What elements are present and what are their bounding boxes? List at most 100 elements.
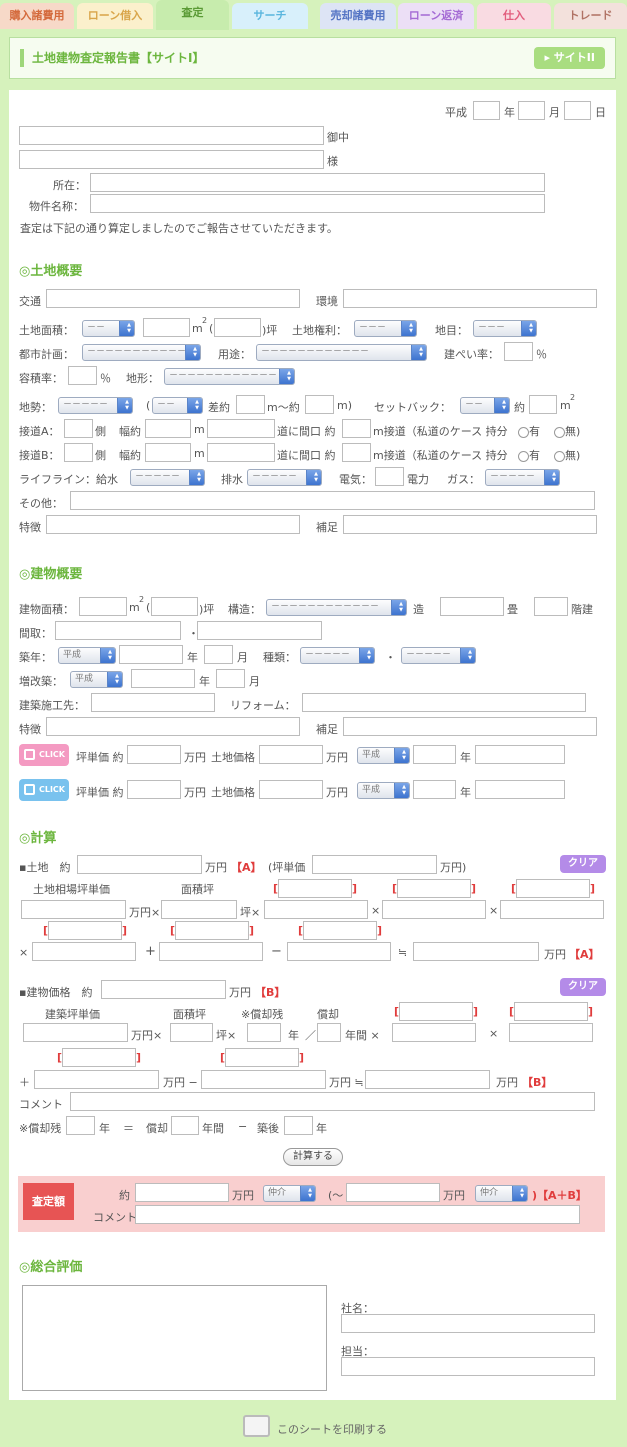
month-input[interactable]: [518, 101, 545, 120]
land-unit-price-input[interactable]: [312, 855, 437, 874]
overall-textarea[interactable]: [22, 1285, 327, 1391]
land-area-tsubo-input[interactable]: [214, 318, 261, 337]
bracket-input-9[interactable]: [57, 1048, 141, 1067]
building-result-input[interactable]: [365, 1070, 490, 1089]
tab-loan-repay[interactable]: ローン返済: [398, 3, 474, 29]
other-input[interactable]: [70, 491, 595, 510]
road-a-side-input[interactable]: [64, 419, 93, 438]
reform-input[interactable]: [302, 693, 586, 712]
calculate-button[interactable]: 計算する: [283, 1148, 343, 1166]
bracket-input-10[interactable]: [220, 1048, 304, 1067]
renovation-year-input[interactable]: [131, 669, 195, 688]
construction-price-input[interactable]: [23, 1023, 128, 1042]
transport-input[interactable]: [46, 289, 300, 308]
terrain-select[interactable]: －－－－－: [58, 397, 133, 414]
bracket-input-6[interactable]: [298, 921, 382, 940]
building-total-input[interactable]: [101, 980, 226, 999]
building-tsubo-input[interactable]: [170, 1023, 213, 1042]
factor-input-1[interactable]: [264, 900, 368, 919]
renovation-month-input[interactable]: [216, 669, 245, 688]
factor-input-8[interactable]: [509, 1023, 593, 1042]
bracket-input-7[interactable]: [394, 1002, 478, 1021]
price-era-select-2[interactable]: 平成: [357, 782, 410, 799]
road-b-side-input[interactable]: [64, 443, 93, 462]
factor-input-7[interactable]: [392, 1023, 476, 1042]
location-input[interactable]: [90, 173, 545, 192]
drain-select[interactable]: －－－－－: [247, 469, 322, 486]
renovation-era-select[interactable]: 平成: [70, 671, 123, 688]
building-area-m2-input[interactable]: [79, 597, 127, 616]
clear-building-button[interactable]: クリア: [560, 978, 606, 996]
site-ii-button[interactable]: ▸ サイトII: [534, 47, 605, 69]
tab-assessment[interactable]: 査定: [156, 0, 229, 30]
clear-land-button[interactable]: クリア: [560, 855, 606, 873]
building-feature-input[interactable]: [46, 717, 300, 736]
click-button-pink[interactable]: CLICK: [19, 744, 69, 766]
tab-sale-costs[interactable]: 売却諸費用: [320, 3, 396, 29]
type-select-1[interactable]: －－－－－: [300, 647, 375, 664]
calc-comment-input[interactable]: [70, 1092, 595, 1111]
price-extra-input-1[interactable]: [475, 745, 565, 764]
diff-to-input[interactable]: [305, 395, 334, 414]
price-extra-input-2[interactable]: [475, 780, 565, 799]
recipient-company-input[interactable]: [19, 126, 324, 145]
setback-input[interactable]: [529, 395, 557, 414]
land-price-input-1[interactable]: [259, 745, 323, 764]
factor-input-3[interactable]: [500, 900, 604, 919]
road-b-type-input[interactable]: [207, 443, 275, 462]
road-a-width-input[interactable]: [145, 419, 191, 438]
floors-input[interactable]: [440, 597, 504, 616]
residual-years-input-2[interactable]: [66, 1116, 95, 1135]
slope-select[interactable]: －－: [152, 397, 203, 414]
result-amount-input[interactable]: [135, 1183, 229, 1202]
price-year-input-1[interactable]: [413, 745, 456, 764]
bracket-input-4[interactable]: [43, 921, 127, 940]
property-name-input[interactable]: [90, 194, 545, 213]
result-comment-input[interactable]: [135, 1205, 580, 1224]
building-note-input[interactable]: [343, 717, 597, 736]
structure-select[interactable]: －－－－－－－－－－－－: [266, 599, 407, 616]
tab-purchase-costs[interactable]: 購入諸費用: [0, 3, 74, 29]
built-month-input[interactable]: [204, 645, 233, 664]
built-year-input[interactable]: [119, 645, 183, 664]
floor-ratio-input[interactable]: [68, 366, 97, 385]
layout-input-1[interactable]: [55, 621, 181, 640]
coverage-input[interactable]: [504, 342, 533, 361]
land-feature-input[interactable]: [46, 515, 300, 534]
market-price-input[interactable]: [21, 900, 126, 919]
gas-select[interactable]: －－－－－: [485, 469, 560, 486]
diff-from-input[interactable]: [236, 395, 265, 414]
road-b-width-input[interactable]: [145, 443, 191, 462]
setback-select[interactable]: －－: [460, 397, 510, 414]
road-b-share-no-radio[interactable]: [554, 450, 565, 462]
year-input[interactable]: [473, 101, 500, 120]
city-plan-select[interactable]: －－－－－－－－－－－－: [82, 344, 201, 361]
click-button-blue[interactable]: CLICK: [19, 779, 69, 801]
factor-input-2[interactable]: [382, 900, 486, 919]
land-right-select[interactable]: －－－: [354, 320, 417, 337]
layout-input-2[interactable]: [197, 621, 322, 640]
factor-input-6[interactable]: [287, 942, 391, 961]
depreciation-years-input-2[interactable]: [171, 1116, 199, 1135]
person-input[interactable]: [341, 1357, 595, 1376]
bracket-input-3[interactable]: [511, 879, 595, 898]
road-a-share-no-radio[interactable]: [554, 426, 565, 438]
result-amount-max-input[interactable]: [346, 1183, 440, 1202]
land-note-input[interactable]: [343, 515, 597, 534]
type-select-2[interactable]: －－－－－: [401, 647, 476, 664]
company-input[interactable]: [341, 1314, 595, 1333]
environment-input[interactable]: [343, 289, 597, 308]
area-tsubo-input[interactable]: [161, 900, 237, 919]
tab-loan-borrow[interactable]: ローン借入: [77, 3, 153, 29]
tab-stock[interactable]: 仕入: [477, 3, 551, 29]
land-result-input[interactable]: [413, 942, 539, 961]
electric-input[interactable]: [375, 467, 404, 486]
road-b-share-yes-radio[interactable]: [518, 450, 529, 462]
depreciation-years-input[interactable]: [317, 1023, 341, 1042]
unit-price-input-2[interactable]: [127, 780, 181, 799]
day-input[interactable]: [564, 101, 591, 120]
broker-select-1[interactable]: 仲介: [263, 1185, 316, 1202]
price-year-input-2[interactable]: [413, 780, 456, 799]
water-select[interactable]: －－－－－: [130, 469, 205, 486]
bracket-input-1[interactable]: [273, 879, 357, 898]
